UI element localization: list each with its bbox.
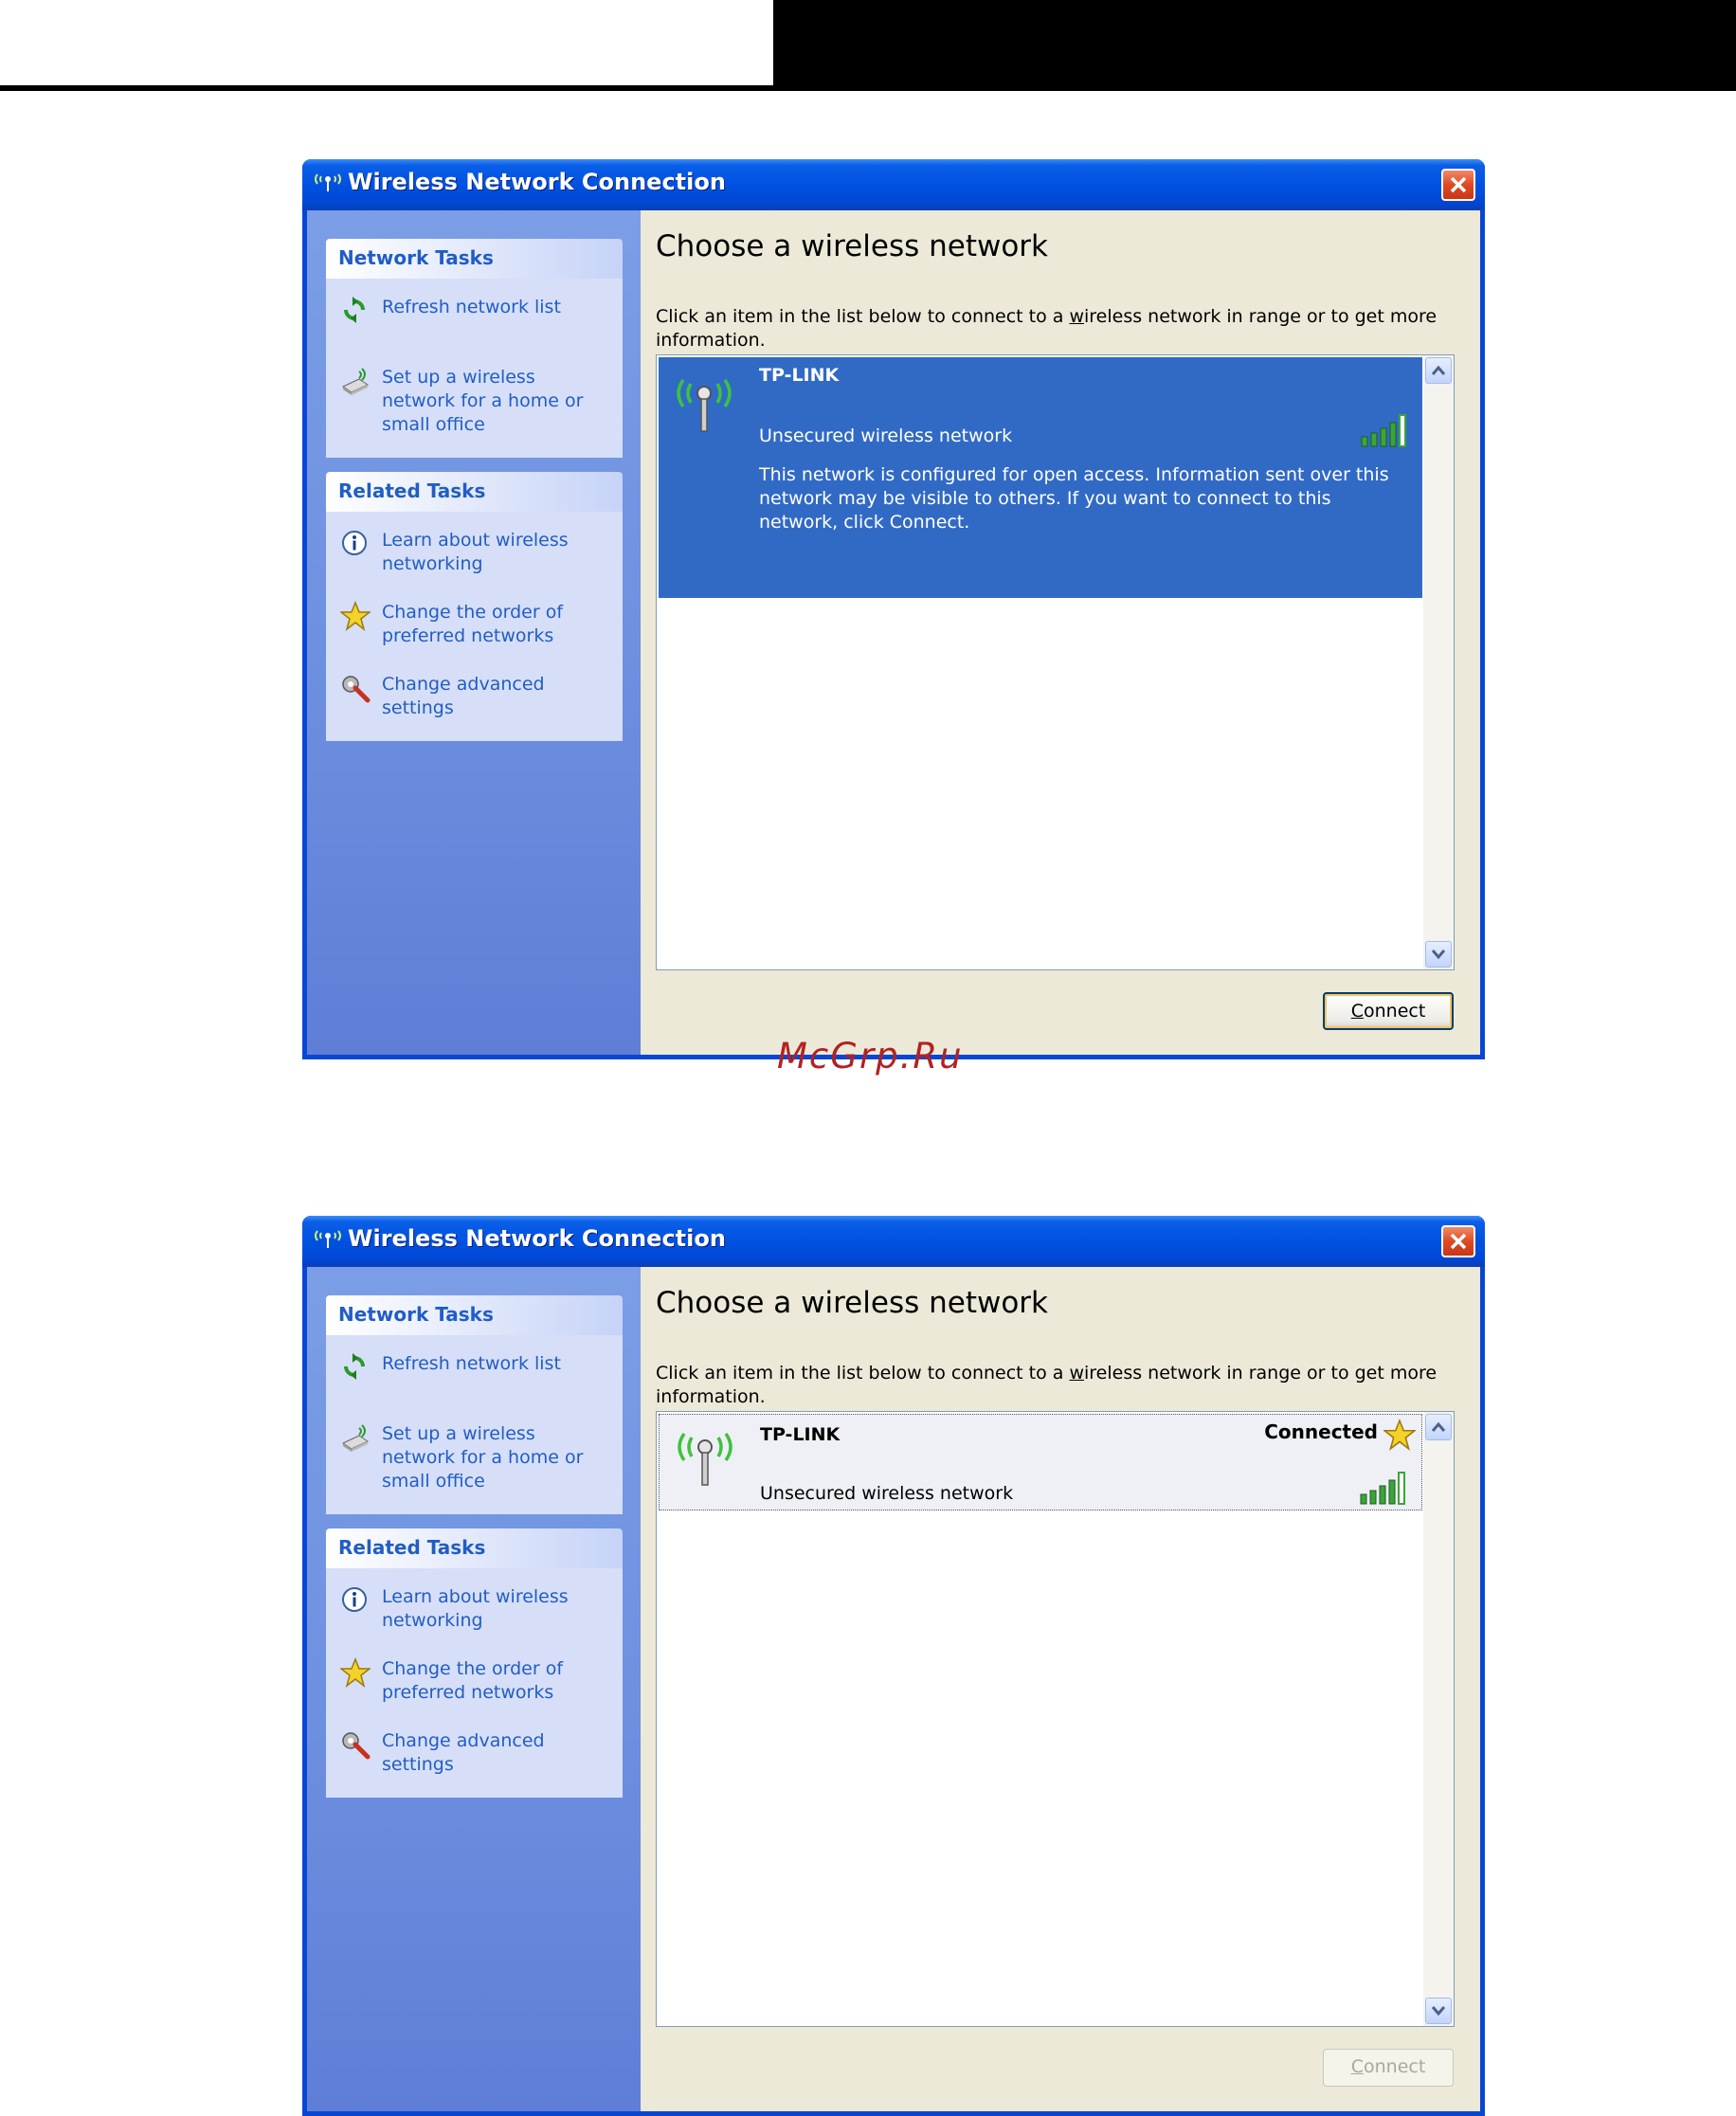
chevron-down-icon xyxy=(1431,949,1446,960)
wireless-connection-window-2: Wireless Network Connection Network Task… xyxy=(302,1216,1485,2116)
task-label: Set up a wireless network for a home or … xyxy=(382,1423,584,1492)
network-name: TP-LINK xyxy=(759,365,840,386)
close-button[interactable] xyxy=(1441,1225,1475,1257)
close-icon xyxy=(1450,176,1467,193)
task-refresh-network-list[interactable]: Refresh network list xyxy=(326,296,623,328)
task-label: Learn about wireless networking xyxy=(382,1586,569,1631)
network-name: TP-LINK xyxy=(760,1424,841,1445)
task-pane: Network Tasks Refresh network list Set u… xyxy=(307,1267,641,2111)
task-change-order[interactable]: Change the order of preferred networks xyxy=(326,600,623,648)
star-icon xyxy=(338,1656,372,1688)
related-tasks-list: Learn about wireless networking Change t… xyxy=(326,512,623,741)
network-item-tp-link[interactable]: TP-LINK Unsecured wireless network This … xyxy=(659,357,1422,598)
window-body: Network Tasks Refresh network list Set u… xyxy=(307,210,1480,1055)
network-tasks-box: Network Tasks Refresh network list Set u… xyxy=(326,239,623,458)
task-label: Refresh network list xyxy=(382,297,561,317)
list-scrollbar[interactable] xyxy=(1423,355,1454,969)
task-setup-wireless-network[interactable]: Set up a wireless network for a home or … xyxy=(326,1422,623,1493)
network-security: Unsecured wireless network xyxy=(759,425,1013,446)
scroll-down-button[interactable] xyxy=(1425,941,1452,968)
main-pane: Choose a wireless network Click an item … xyxy=(641,1267,1480,2111)
page-header-rule xyxy=(0,85,773,91)
main-title: Choose a wireless network xyxy=(656,229,1048,263)
task-label: Change advanced settings xyxy=(382,1730,545,1775)
signal-strength-icon xyxy=(1359,1468,1412,1506)
chevron-up-icon xyxy=(1431,1421,1446,1432)
task-label: Change the order of preferred networks xyxy=(382,1658,564,1703)
related-tasks-box: Related Tasks Learn about wireless netwo… xyxy=(326,1528,623,1798)
related-tasks-header: Related Tasks xyxy=(326,472,623,512)
connect-button-disabled: Connect xyxy=(1323,2049,1454,2087)
wireless-title-icon xyxy=(312,171,344,193)
signal-strength-icon xyxy=(1360,410,1413,448)
network-tasks-list: Refresh network list Set up a wireless n… xyxy=(326,279,623,458)
page-header-left xyxy=(0,0,773,85)
network-tasks-header: Network Tasks xyxy=(326,1295,623,1335)
scroll-up-button[interactable] xyxy=(1425,1414,1452,1440)
task-learn-wireless[interactable]: Learn about wireless networking xyxy=(326,529,623,576)
main-title: Choose a wireless network xyxy=(656,1286,1048,1320)
close-button[interactable] xyxy=(1441,169,1475,201)
network-item-tp-link[interactable]: TP-LINK Connected Unsecured wireless net… xyxy=(659,1414,1422,1510)
preferred-star-icon xyxy=(1382,1418,1418,1451)
network-tasks-header: Network Tasks xyxy=(326,239,623,279)
main-description: Click an item in the list below to conne… xyxy=(656,306,1438,351)
network-list[interactable]: TP-LINK Unsecured wireless network This … xyxy=(656,354,1455,970)
antenna-icon xyxy=(670,371,738,439)
title-bar: Wireless Network Connection xyxy=(302,159,1485,210)
settings-icon xyxy=(340,673,371,703)
task-learn-wireless[interactable]: Learn about wireless networking xyxy=(326,1585,623,1633)
task-setup-wireless-network[interactable]: Set up a wireless network for a home or … xyxy=(326,366,623,437)
related-tasks-list: Learn about wireless networking Change t… xyxy=(326,1568,623,1798)
task-change-order[interactable]: Change the order of preferred networks xyxy=(326,1656,623,1705)
task-pane: Network Tasks Refresh network list Set u… xyxy=(307,210,641,1055)
settings-icon xyxy=(340,1729,371,1760)
connect-button[interactable]: Connect xyxy=(1323,992,1454,1030)
task-change-advanced[interactable]: Change advanced settings xyxy=(326,1729,623,1777)
network-status: Connected xyxy=(1264,1420,1378,1443)
list-scrollbar[interactable] xyxy=(1423,1412,1454,2026)
info-icon xyxy=(340,529,371,559)
close-icon xyxy=(1450,1233,1467,1250)
task-label: Refresh network list xyxy=(382,1353,561,1374)
task-change-advanced[interactable]: Change advanced settings xyxy=(326,673,623,720)
task-label: Change advanced settings xyxy=(382,674,545,718)
network-info: This network is configured for open acce… xyxy=(759,464,1389,533)
watermark: McGrp.Ru xyxy=(777,1036,964,1076)
network-tasks-box: Network Tasks Refresh network list Set u… xyxy=(326,1295,623,1514)
window-title: Wireless Network Connection xyxy=(348,1225,726,1252)
antenna-icon xyxy=(671,1424,739,1492)
chevron-up-icon xyxy=(1431,365,1446,375)
network-tasks-list: Refresh network list Set up a wireless n… xyxy=(326,1335,623,1514)
network-list[interactable]: TP-LINK Connected Unsecured wireless net… xyxy=(656,1411,1455,2027)
task-label: Learn about wireless networking xyxy=(382,530,569,574)
related-tasks-box: Related Tasks Learn about wireless netwo… xyxy=(326,472,623,741)
refresh-icon xyxy=(340,1352,371,1383)
task-refresh-network-list[interactable]: Refresh network list xyxy=(326,1352,623,1384)
task-label: Change the order of preferred networks xyxy=(382,602,564,646)
chevron-down-icon xyxy=(1431,2006,1446,2017)
scroll-down-button[interactable] xyxy=(1425,1998,1452,2024)
main-pane: Choose a wireless network Click an item … xyxy=(641,210,1480,1055)
page-header-right xyxy=(773,0,1736,91)
wireless-setup-icon xyxy=(340,366,371,396)
task-label: Set up a wireless network for a home or … xyxy=(382,367,584,435)
wireless-connection-window-1: Wireless Network Connection Network Task… xyxy=(302,159,1485,1059)
network-security: Unsecured wireless network xyxy=(760,1483,1014,1504)
window-body: Network Tasks Refresh network list Set u… xyxy=(307,1267,1480,2111)
related-tasks-header: Related Tasks xyxy=(326,1528,623,1568)
window-title: Wireless Network Connection xyxy=(348,169,726,195)
refresh-icon xyxy=(340,296,371,326)
wireless-setup-icon xyxy=(340,1422,371,1453)
info-icon xyxy=(340,1585,371,1616)
main-description: Click an item in the list below to conne… xyxy=(656,1363,1438,1407)
scroll-up-button[interactable] xyxy=(1425,357,1452,384)
title-bar: Wireless Network Connection xyxy=(302,1216,1485,1267)
wireless-title-icon xyxy=(312,1227,344,1250)
star-icon xyxy=(338,600,372,631)
